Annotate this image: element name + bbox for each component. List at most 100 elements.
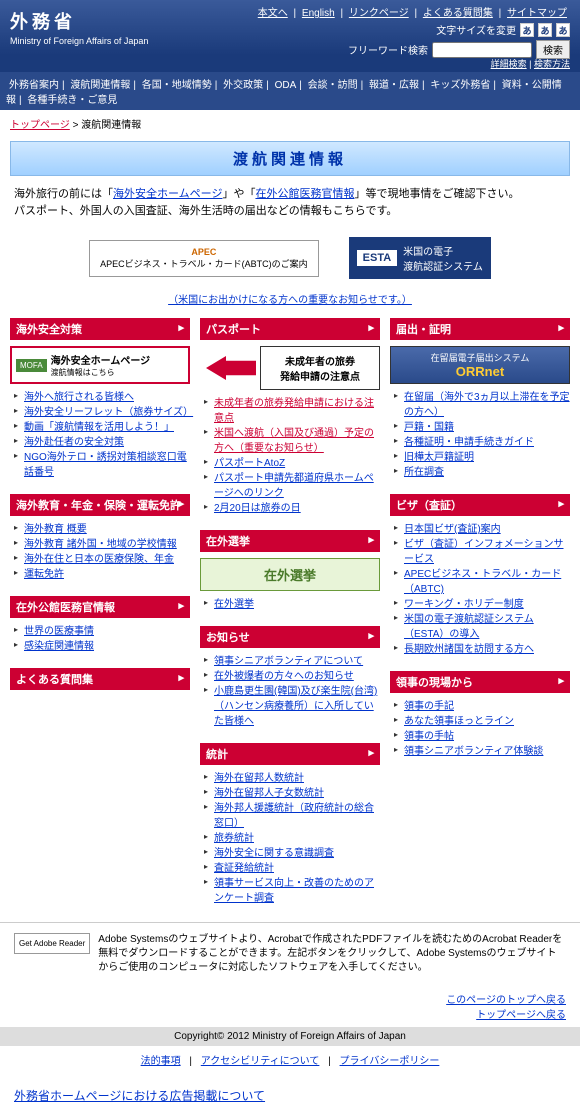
nav-item[interactable]: 会談・訪問 bbox=[308, 80, 358, 91]
list-item[interactable]: 海外邦人援護統計（政府統計の総合窓口） bbox=[214, 803, 374, 829]
list-item[interactable]: 未成年者の旅券発給申請における注意点 bbox=[214, 398, 374, 424]
list-item[interactable]: NGO海外テロ・誘拐対策相談窓口電話番号 bbox=[24, 452, 187, 478]
list-item[interactable]: 海外在留邦人数統計 bbox=[214, 773, 304, 784]
safety-homepage-box[interactable]: MOFA 海外安全ホームページ渡航情報はこちら bbox=[10, 346, 190, 384]
list-item[interactable]: 日本国ビザ(査証)案内 bbox=[404, 524, 501, 535]
esta-logo: ESTA bbox=[357, 250, 398, 266]
list-item[interactable]: 米国の電子渡航認証システム（ESTA）の導入 bbox=[404, 614, 534, 640]
list-item[interactable]: 海外へ旅行される皆様へ bbox=[24, 392, 134, 403]
sec-passport[interactable]: パスポート bbox=[200, 318, 380, 340]
list-item[interactable]: APECビジネス・トラベル・カード（ABTC) bbox=[404, 569, 561, 595]
list-item[interactable]: 領事シニアボランティアについて bbox=[214, 656, 363, 667]
list-item[interactable]: 旅券統計 bbox=[214, 833, 254, 844]
passport-notice-box[interactable]: 未成年者の旅券発給申請の注意点 bbox=[260, 346, 380, 390]
list-item[interactable]: 2月20日は旅券の日 bbox=[214, 503, 301, 514]
search-input[interactable] bbox=[432, 42, 532, 58]
font-med[interactable]: あ bbox=[538, 23, 552, 37]
list-item[interactable]: 米国へ渡航（入国及び通過）予定の方へ（重要なお知らせ） bbox=[214, 428, 374, 454]
search-button[interactable]: 検索 bbox=[536, 40, 570, 59]
sec-news[interactable]: お知らせ bbox=[200, 626, 380, 648]
list-item[interactable]: 海外教育 概要 bbox=[24, 524, 87, 535]
sec-faq[interactable]: よくある質問集 bbox=[10, 668, 190, 690]
sec-medical[interactable]: 在外公館医務官情報 bbox=[10, 596, 190, 618]
sec-edu[interactable]: 海外教育・年金・保険・運転免許 bbox=[10, 494, 190, 516]
a11y-link[interactable]: アクセシビリティについて bbox=[201, 1056, 320, 1067]
apec-badge[interactable]: APEC APECビジネス・トラベル・カード(ABTC)のご案内 bbox=[89, 240, 319, 277]
list-item[interactable]: 戸籍・国籍 bbox=[404, 422, 454, 433]
list-item[interactable]: 運転免許 bbox=[24, 569, 64, 580]
list-item[interactable]: ビザ（査証）インフォメーションサービス bbox=[404, 539, 564, 565]
list-item[interactable]: 旧樺太戸籍証明 bbox=[404, 452, 474, 463]
search-help[interactable]: 検索方法 bbox=[534, 59, 570, 69]
list-item[interactable]: 海外教育 諸外国・地域の学校情報 bbox=[24, 539, 177, 550]
nav-item[interactable]: 外交政策 bbox=[223, 80, 263, 91]
list-item[interactable]: 海外在住と日本の医療保険、年金 bbox=[24, 554, 174, 565]
header: 外務省 Ministry of Foreign Affairs of Japan… bbox=[0, 0, 580, 55]
legal-links: 法的事項 | アクセシビリティについて | プライバシーポリシー bbox=[0, 1046, 580, 1073]
intro-link2[interactable]: 在外公館医務官情報 bbox=[255, 188, 354, 200]
page-top-link[interactable]: このページのトップへ戻る bbox=[446, 995, 566, 1006]
font-large[interactable]: あ bbox=[556, 23, 570, 37]
list-item[interactable]: 領事の手記 bbox=[404, 701, 454, 712]
nav-item[interactable]: 各国・地域情勢 bbox=[142, 80, 212, 91]
election-box[interactable]: 在外選挙 bbox=[200, 558, 380, 591]
links-page[interactable]: リンクページ bbox=[349, 8, 409, 19]
ad-info-link[interactable]: 外務省ホームページにおける広告掲載について bbox=[14, 1089, 265, 1103]
font-size-label: 文字サイズを変更 bbox=[436, 22, 516, 37]
list-item[interactable]: 所在調査 bbox=[404, 467, 444, 478]
nav-item[interactable]: 報道・広報 bbox=[369, 80, 419, 91]
list-item[interactable]: 海外安全リーフレット（旅券サイズ） bbox=[24, 407, 193, 418]
font-small[interactable]: あ bbox=[520, 23, 534, 37]
list-item[interactable]: 在外被爆者の方々へのお知らせ bbox=[214, 671, 354, 682]
legal-link[interactable]: 法的事項 bbox=[141, 1056, 181, 1067]
list-item[interactable]: 各種証明・申請手続きガイド bbox=[404, 437, 534, 448]
list-item[interactable]: 世界の医療事情 bbox=[24, 626, 94, 637]
sec-election[interactable]: 在外選挙 bbox=[200, 530, 380, 552]
faq-link[interactable]: よくある質問集 bbox=[423, 8, 493, 19]
list-item[interactable]: 海外赴任者の安全対策 bbox=[24, 437, 124, 448]
list-item[interactable]: 海外在留邦人子女数統計 bbox=[214, 788, 324, 799]
list-item[interactable]: 在留届（海外で3ヵ月以上滞在を予定の方へ） bbox=[404, 392, 570, 418]
list-item[interactable]: 領事サービス向上・改善のためのアンケート調査 bbox=[214, 878, 374, 904]
adv-search[interactable]: 詳細検索 bbox=[491, 59, 527, 69]
list-item[interactable]: 感染症関連情報 bbox=[24, 641, 94, 652]
copyright: Copyright© 2012 Ministry of Foreign Affa… bbox=[0, 1027, 580, 1046]
english-link[interactable]: English bbox=[302, 8, 335, 19]
list-item[interactable]: 査証発給統計 bbox=[214, 863, 274, 874]
sec-safety[interactable]: 海外安全対策 bbox=[10, 318, 190, 340]
intro-link1[interactable]: 海外安全ホームページ bbox=[113, 188, 222, 200]
breadcrumb-home[interactable]: トップページ bbox=[10, 120, 70, 131]
nav-item[interactable]: 外務省案内 bbox=[9, 80, 59, 91]
list-item[interactable]: パスポート申請先都道府県ホームページへのリンク bbox=[214, 473, 374, 499]
sec-consular[interactable]: 領事の現場から bbox=[390, 671, 570, 693]
list-item[interactable]: 在外選挙 bbox=[214, 599, 254, 610]
page-title: 渡航関連情報 bbox=[10, 141, 570, 176]
list-item[interactable]: 長期欧州諸国を訪問する方へ bbox=[404, 644, 534, 655]
list-item[interactable]: 領事の手帖 bbox=[404, 731, 454, 742]
orr-box[interactable]: 在留届電子届出システム ORRnet bbox=[390, 346, 570, 384]
nav-item[interactable]: 渡航関連情報 bbox=[70, 80, 130, 91]
nav-item[interactable]: ODA bbox=[275, 80, 297, 91]
skip-link[interactable]: 本文へ bbox=[258, 8, 288, 19]
sec-register[interactable]: 届出・証明 bbox=[390, 318, 570, 340]
adobe-reader-badge[interactable]: Get Adobe Reader bbox=[14, 933, 90, 954]
list-item[interactable]: あなた領事ほっとライン bbox=[404, 716, 514, 727]
list-item[interactable]: 海外安全に関する意識調査 bbox=[214, 848, 334, 859]
list-item[interactable]: パスポートAtoZ bbox=[214, 458, 285, 469]
list-item[interactable]: ワーキング・ホリデー制度 bbox=[404, 599, 524, 610]
privacy-link[interactable]: プライバシーポリシー bbox=[340, 1056, 440, 1067]
home-link[interactable]: トップページへ戻る bbox=[476, 1010, 566, 1021]
nav-item[interactable]: 各種手続き・ご意見 bbox=[27, 95, 117, 106]
list-item[interactable]: 小鹿島更生園(韓国)及び楽生院(台湾)（ハンセン病療養所）に入所していた皆様へ bbox=[214, 686, 377, 727]
notice-badges: APEC APECビジネス・トラベル・カード(ABTC)のご案内 ESTA 米国… bbox=[0, 229, 580, 287]
reader-text: Adobe Systemsのウェブサイトより、Acrobatで作成されたPDFフ… bbox=[98, 933, 566, 975]
header-top-links: 本文へ | English | リンクページ | よくある質問集 | サイトマッ… bbox=[255, 4, 570, 19]
list-item[interactable]: 領事シニアボランティア体験談 bbox=[404, 746, 543, 757]
sec-visa[interactable]: ビザ（査証） bbox=[390, 494, 570, 516]
nav-item[interactable]: キッズ外務省 bbox=[430, 80, 490, 91]
esta-badge[interactable]: ESTA 米国の電子渡航認証システム bbox=[349, 237, 491, 279]
columns: 海外安全対策 MOFA 海外安全ホームページ渡航情報はこちら 海外へ旅行される皆… bbox=[0, 318, 580, 906]
sec-stats[interactable]: 統計 bbox=[200, 743, 380, 765]
sitemap-link[interactable]: サイトマップ bbox=[507, 8, 567, 19]
list-item[interactable]: 動画「渡航情報を活用しよう！」 bbox=[24, 422, 174, 433]
